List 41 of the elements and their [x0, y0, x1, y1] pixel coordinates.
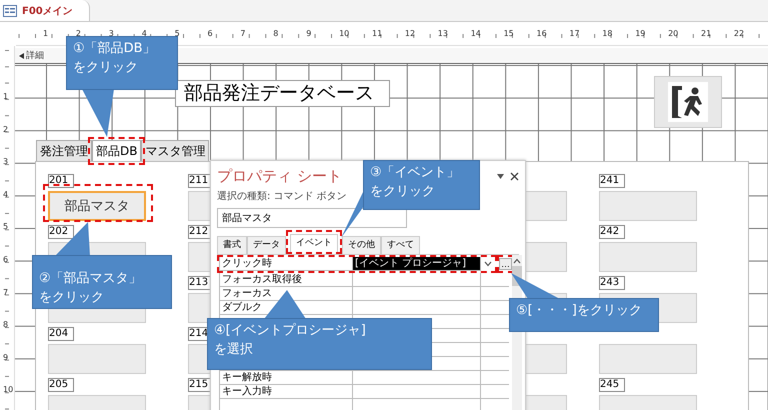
ruler-number: 14	[470, 29, 481, 38]
callout-text: をクリック	[39, 288, 104, 307]
ruler-number: 5	[174, 29, 180, 38]
callout-text: ③「イベント」	[370, 164, 460, 182]
ruler-number: 6	[208, 29, 213, 38]
ruler-number: 12	[404, 29, 416, 38]
callout-text: ④[イベントプロシージャ]	[214, 322, 366, 340]
ruler-number: 2	[76, 29, 81, 38]
ruler-number: 1	[43, 29, 48, 38]
selection-type-text: 選択の種類: コマンド ボタン	[217, 190, 347, 203]
ruler-number: 22	[734, 29, 744, 38]
ruler-number: 2	[3, 124, 8, 134]
callout-text: を選択	[214, 340, 253, 359]
ruler-number: 8	[273, 29, 278, 38]
ruler-number: 9	[306, 29, 312, 38]
ruler-number: 13	[438, 29, 448, 38]
ruler-number: 20	[668, 29, 678, 38]
ruler-number: 5	[3, 222, 8, 232]
ruler-number: 3	[3, 157, 8, 166]
ruler-number: 16	[536, 29, 547, 38]
ruler-number: 15	[504, 29, 514, 38]
ruler-number: 3	[108, 29, 114, 38]
callout-text: ②「部品マスタ」	[39, 270, 142, 288]
callout-text: ⑤[・・・]をクリック	[516, 302, 642, 320]
ruler-number: 10	[3, 385, 14, 394]
ruler-number: 8	[3, 320, 8, 330]
ruler-number: 18	[602, 29, 612, 38]
ruler-number: 4	[3, 190, 8, 199]
ruler-number: 11	[372, 29, 382, 38]
ruler-number: 6	[3, 255, 8, 264]
panel-title: プロパティ シート	[217, 167, 342, 186]
ruler-number: 9	[3, 352, 8, 362]
ruler-number: 17	[569, 29, 580, 38]
ruler-number: 21	[701, 29, 712, 38]
ruler-number: 19	[635, 29, 646, 38]
ruler-number: 7	[3, 288, 8, 297]
ruler-number: 1	[3, 92, 8, 101]
ruler-number: 10	[339, 29, 350, 38]
ruler-number: 4	[142, 29, 147, 38]
callout-text: をクリック	[370, 182, 435, 201]
ruler-number: 7	[240, 29, 246, 38]
